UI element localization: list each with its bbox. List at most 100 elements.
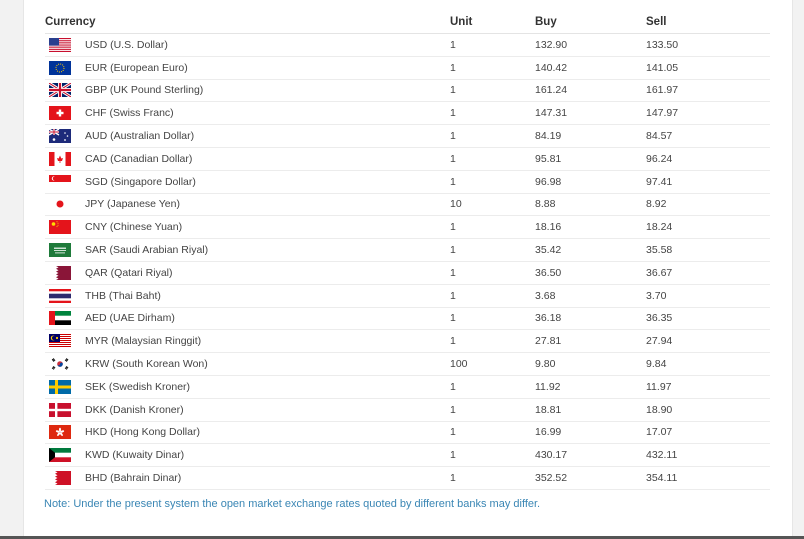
header-unit: Unit [450,11,535,34]
sell-cell: 9.84 [646,352,770,376]
currency-name: MYR (Malaysian Ringgit) [85,335,202,348]
currency-cell: EUR (European Euro) [45,56,450,80]
currency-name: CAD (Canadian Dollar) [85,152,193,165]
dk-flag-icon [49,402,71,417]
table-row: MYR (Malaysian Ringgit) 1 27.81 27.94 [45,329,770,354]
currency-name: GBP (UK Pound Sterling) [85,84,204,97]
unit-cell: 1 [450,284,535,308]
buy-cell: 9.80 [535,352,646,376]
unit-cell: 1 [450,101,535,126]
currency-cell: USD (U.S. Dollar) [45,33,450,57]
currency-name: EUR (European Euro) [85,61,188,74]
currency-name: CNY (Chinese Yuan) [85,221,183,234]
buy-cell: 8.88 [535,193,646,217]
sell-cell: 18.24 [646,215,770,240]
table-row: AUD (Australian Dollar) 1 84.19 84.57 [45,124,770,148]
buy-cell: 84.19 [535,124,646,148]
table-row: GBP (UK Pound Sterling) 1 161.24 161.97 [45,79,770,103]
unit-cell: 1 [450,398,535,422]
currency-cell: JPY (Japanese Yen) [45,193,450,217]
currency-cell: SGD (Singapore Dollar) [45,170,450,194]
buy-cell: 11.92 [535,375,646,399]
currency-name: SAR (Saudi Arabian Riyal) [85,244,209,257]
buy-cell: 18.16 [535,215,646,240]
buy-cell: 430.17 [535,443,646,468]
disclaimer-note: Note: Under the present system the open … [44,498,541,510]
sell-cell: 133.50 [646,33,770,57]
table-body: USD (U.S. Dollar) 1 132.90 133.50 EUR (Europ… [45,33,770,490]
sell-cell: 161.97 [646,79,770,103]
currency-name: CHF (Swiss Franc) [85,107,174,120]
ch-flag-icon [49,106,71,121]
buy-cell: 132.90 [535,33,646,57]
sell-cell: 354.11 [646,466,770,490]
buy-cell: 161.24 [535,79,646,103]
table-row: SGD (Singapore Dollar) 1 96.98 97.41 [45,170,770,194]
currency-name: THB (Thai Baht) [85,289,161,302]
currency-cell: MYR (Malaysian Ringgit) [45,329,450,354]
table-row: DKK (Danish Kroner) 1 18.81 18.90 [45,398,770,422]
sell-cell: 147.97 [646,101,770,126]
sell-cell: 3.70 [646,284,770,308]
table-row: AED (UAE Dirham) 1 36.18 36.35 [45,307,770,331]
sell-cell: 97.41 [646,170,770,194]
sell-cell: 35.58 [646,238,770,262]
table-row: BHD (Bahrain Dinar) 1 352.52 354.11 [45,466,770,490]
sa-flag-icon [49,243,71,258]
sg-flag-icon [49,174,71,189]
currency-name: USD (U.S. Dollar) [85,38,168,51]
unit-cell: 1 [450,79,535,103]
currency-cell: THB (Thai Baht) [45,284,450,308]
cn-flag-icon [49,220,71,235]
currency-cell: DKK (Danish Kroner) [45,398,450,422]
uk-flag-icon [49,83,71,98]
unit-cell: 1 [450,33,535,57]
sell-cell: 11.97 [646,375,770,399]
sell-cell: 18.90 [646,398,770,422]
currency-name: SGD (Singapore Dollar) [85,175,196,188]
buy-cell: 352.52 [535,466,646,490]
unit-cell: 10 [450,193,535,217]
sell-cell: 96.24 [646,147,770,171]
unit-cell: 1 [450,56,535,80]
table-row: THB (Thai Baht) 1 3.68 3.70 [45,284,770,308]
unit-cell: 1 [450,329,535,354]
kw-flag-icon [49,448,71,463]
currency-cell: KWD (Kuwaity Dinar) [45,443,450,468]
sell-cell: 36.67 [646,261,770,285]
unit-cell: 1 [450,147,535,171]
buy-cell: 95.81 [535,147,646,171]
kr-flag-icon [49,357,71,372]
ae-flag-icon [49,311,71,326]
unit-cell: 1 [450,124,535,148]
currency-cell: CNY (Chinese Yuan) [45,215,450,240]
buy-cell: 35.42 [535,238,646,262]
currency-cell: CAD (Canadian Dollar) [45,147,450,171]
header-sell: Sell [646,11,770,34]
unit-cell: 1 [450,466,535,490]
unit-cell: 1 [450,421,535,445]
currency-name: KRW (South Korean Won) [85,358,208,371]
table-row: USD (U.S. Dollar) 1 132.90 133.50 [45,33,770,57]
bh-flag-icon [49,471,71,486]
buy-cell: 36.50 [535,261,646,285]
buy-cell: 18.81 [535,398,646,422]
currency-name: QAR (Qatari Riyal) [85,266,173,279]
currency-name: BHD (Bahrain Dinar) [85,472,182,485]
header-currency: Currency [45,11,450,34]
se-flag-icon [49,379,71,394]
jp-flag-icon [49,197,71,212]
hk-flag-icon [49,425,71,440]
unit-cell: 100 [450,352,535,376]
header-buy: Buy [535,11,646,34]
table-row: QAR (Qatari Riyal) 1 36.50 36.67 [45,261,770,285]
sell-cell: 17.07 [646,421,770,445]
exchange-rate-table: Currency Unit Buy Sell USD (U.S. Dollar)… [45,11,770,490]
us-flag-icon [49,37,71,52]
sell-cell: 27.94 [646,329,770,354]
ca-flag-icon [49,151,71,166]
table-row: HKD (Hong Kong Dollar) 1 16.99 17.07 [45,421,770,445]
currency-cell: SAR (Saudi Arabian Riyal) [45,238,450,262]
buy-cell: 36.18 [535,307,646,331]
buy-cell: 96.98 [535,170,646,194]
